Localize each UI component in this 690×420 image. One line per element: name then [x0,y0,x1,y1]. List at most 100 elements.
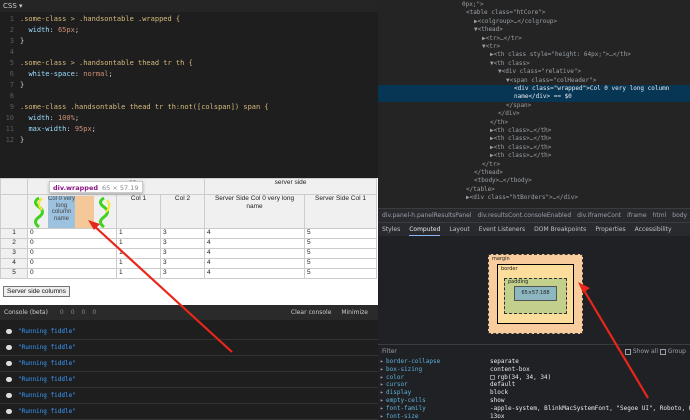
table-cell[interactable]: 1 [116,268,161,279]
dom-node-line[interactable]: </tr> [482,161,500,169]
table-cell[interactable]: 3 [160,258,205,269]
computed-property-row[interactable]: ▸ box-sizing content-box [378,366,690,374]
row-header[interactable]: 3 [0,248,28,259]
group-checkbox[interactable]: Group [659,345,686,359]
col-header-2[interactable]: Col 2 [160,194,205,229]
dom-node-line[interactable]: </thead> [474,169,503,177]
dom-node-line[interactable]: ▶<th class style="height: 64px;">…</th> [490,51,631,59]
computed-property-row[interactable]: ▸ color rgb(34, 34, 34) [378,374,690,382]
computed-property-row[interactable]: ▸ font-family -apple-system, BlinkMacSyste… [378,405,690,413]
row-header[interactable]: 5 [0,268,28,279]
table-cell[interactable]: 4 [204,238,305,249]
table-cell[interactable]: 3 [160,228,205,239]
table-cell[interactable]: 5 [304,248,377,259]
css-code-line[interactable]: 7} [0,80,24,91]
breadcrumb-item[interactable]: div.iframeCont [577,212,621,219]
server-side-columns-button[interactable]: Server side columns [3,286,70,297]
css-code-line[interactable]: 2 width: 65px; [0,25,79,36]
table-cell[interactable]: 5 [304,238,377,249]
result-iframe[interactable]: an server side Col 0 very long column na… [0,178,378,305]
table-cell[interactable]: 0 [27,238,117,249]
dom-node-line[interactable]: <div class="wrapped">Col 0 very long col… [378,85,690,94]
tab-event-listeners[interactable]: Event Listeners [479,226,525,233]
table-cell[interactable]: 0 [27,268,117,279]
css-code-line[interactable]: 9 .some-class .handsontable thead tr th:n… [0,102,269,113]
tab-dom-breakpoints[interactable]: DOM Breakpoints [534,226,586,233]
computed-filter-bar[interactable]: Filter Show all Group [378,344,690,358]
console-panel[interactable]: Console (beta) 0000 Clear console Minimi… [0,305,378,420]
table-cell[interactable]: 0 [27,228,117,239]
table-cell[interactable]: 5 [304,228,377,239]
dom-node-line[interactable]: ▶<colgroup>…</colgroup> [474,18,557,26]
dom-node-line[interactable]: ▼<tr> [482,43,500,51]
dom-node-line[interactable]: </table> [466,186,495,194]
tab-layout[interactable]: Layout [449,226,469,233]
clear-console-button[interactable]: Clear console [291,309,332,316]
col-header-0[interactable]: Col 0 very long column name [27,194,117,229]
row-header[interactable]: 4 [0,258,28,269]
col-header-1[interactable]: Col 1 [116,194,161,229]
tab-accessibility[interactable]: Accessibility [635,226,672,233]
css-code-line[interactable]: 12} [0,135,25,146]
computed-property-row[interactable]: ▸ font-size 13px [378,413,690,418]
breadcrumb-item[interactable]: html [653,212,667,219]
computed-property-row[interactable]: ▸ display block [378,389,690,397]
table-cell[interactable]: 3 [160,238,205,249]
breadcrumb-item[interactable]: body [672,212,687,219]
dom-node-line[interactable]: </div> [498,110,520,118]
dom-node-line[interactable]: ▶<th class>…</th> [490,135,551,143]
row-header[interactable]: 2 [0,238,28,249]
table-cell[interactable]: 4 [204,228,305,239]
col-header-4[interactable]: Server Side Col 1 [304,194,377,229]
css-editor-pane[interactable]: CSS ▾ 1 .some-class > .handsontable .wrap… [0,0,378,178]
css-code-line[interactable]: 6 white-space: normal; [0,69,113,80]
computed-property-row[interactable]: ▸ cursor default [378,381,690,389]
dom-node-line[interactable]: <tbody>…</tbody> [474,177,532,185]
css-code-line[interactable]: 1 .some-class > .handsontable .wrapped { [0,14,180,25]
dom-node-line[interactable]: </th> [490,119,508,127]
dom-node-line[interactable]: ▼<div class="relative"> [498,68,581,76]
table-cell[interactable]: 4 [204,268,305,279]
col-header-3[interactable]: Server Side Col 0 very long name [204,194,305,229]
css-code-line[interactable]: 10 width: 100%; [0,113,79,124]
table-cell[interactable]: 5 [304,268,377,279]
dom-node-line[interactable]: name</div> == $0 [378,93,690,102]
table-cell[interactable]: 1 [116,258,161,269]
table-cell[interactable]: 4 [204,258,305,269]
tab-properties[interactable]: Properties [595,226,625,233]
table-cell[interactable]: 1 [116,248,161,259]
dom-node-line[interactable]: ▶<th class>…</th> [490,152,551,160]
table-cell[interactable]: 1 [116,228,161,239]
dom-node-line[interactable]: </span> [506,102,531,110]
minimize-console-button[interactable]: Minimize [341,309,368,316]
table-cell[interactable]: 0 [27,258,117,269]
table-cell[interactable]: 3 [160,268,205,279]
dom-node-line[interactable]: ▼<span class="colHeader"> [506,77,596,85]
group-header-server-side[interactable]: server side [204,178,377,195]
table-cell[interactable]: 1 [116,238,161,249]
dom-node-line[interactable]: 0px;"> [462,1,484,9]
dom-node-line[interactable]: ▶<div class="htBorders">…</div> [466,194,578,202]
css-code-line[interactable]: 8 [0,91,20,102]
dom-node-line[interactable]: ▼<thead> [474,26,503,34]
table-cell[interactable]: 0 [27,248,117,259]
row-header[interactable]: 1 [0,228,28,239]
table-cell[interactable]: 5 [304,258,377,269]
dom-node-line[interactable]: ▶<tr>…</tr> [482,35,522,43]
dom-node-line[interactable]: ▶<th class>…</th> [490,144,551,152]
css-code-line[interactable]: 4 [0,47,20,58]
table-cell[interactable]: 3 [160,248,205,259]
css-code-line[interactable]: 11 max-width: 95px; [0,124,96,135]
tab-computed[interactable]: Computed [409,226,441,236]
computed-property-row[interactable]: ▸ empty-cells show [378,397,690,405]
breadcrumb-item[interactable]: div.resultsCont.consoleEnabled [478,212,572,219]
computed-property-row[interactable]: ▸ border-collapse separate [378,358,690,366]
table-cell[interactable]: 4 [204,248,305,259]
show-all-checkbox[interactable]: Show all [624,345,658,359]
breadcrumb-item[interactable]: iframe [627,212,646,219]
elements-tree[interactable]: 0px;"> <table class="htCore"> ▶<colgroup>…… [378,0,690,208]
css-code-line[interactable]: 5 .some-class > .handsontable thead tr th… [0,58,193,69]
css-code-line[interactable]: 3} [0,36,24,47]
breadcrumb-item[interactable]: div.panel-h.panelResultsPanel [382,212,472,219]
dom-node-line[interactable]: ▼<th class> [490,60,530,68]
